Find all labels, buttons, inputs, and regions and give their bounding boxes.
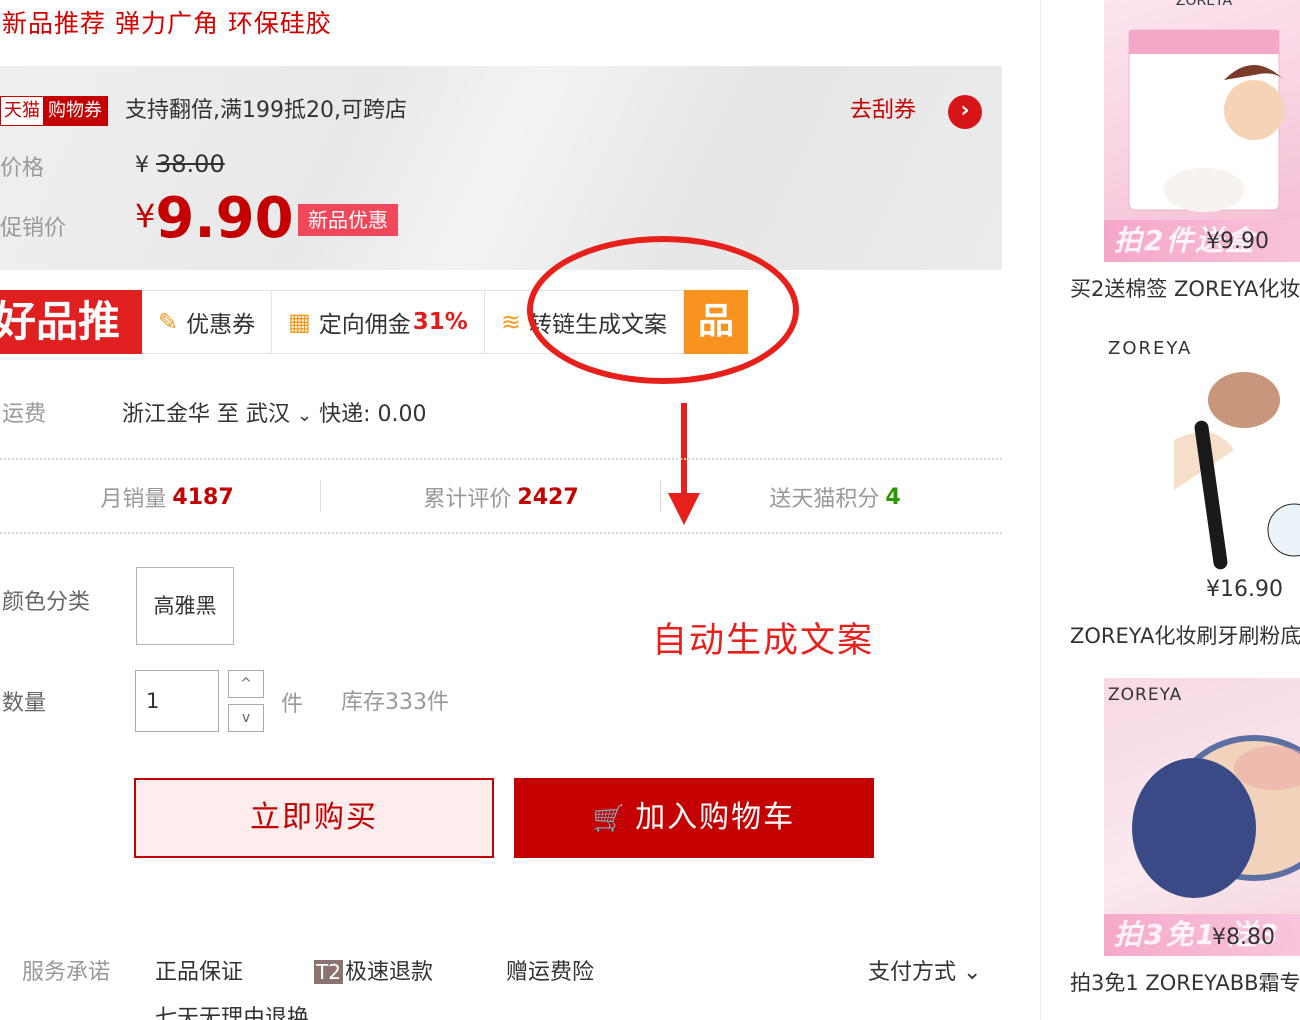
quantity-unit: 件 [281, 692, 304, 717]
currency-symbol: ¥ [135, 153, 149, 178]
cart-icon: 🛒 [592, 804, 628, 834]
divider-bottom [0, 532, 1002, 534]
coupon-tool-button[interactable]: ✎ 优惠券 [142, 290, 273, 354]
color-category-label: 颜色分类 [2, 590, 91, 615]
quantity-decrease-button[interactable]: v [228, 704, 264, 732]
service-seven-day-return[interactable]: 七天无理由退换 [155, 1000, 309, 1020]
shipping-label: 运费 [2, 402, 47, 427]
promo-panel: 天猫 购物券 支持翻倍,满199抵20,可跨店 去刮券 › 价格 ¥ 38.00… [0, 66, 1002, 270]
coupon-tool-label: 优惠券 [186, 312, 256, 338]
tmall-label: 天猫 [1, 97, 43, 125]
promo-price-value: 9.90 [155, 186, 294, 251]
commission-tool-button[interactable]: ▦ 定向佣金 31% [272, 290, 485, 354]
promo-price: ¥9.90 [135, 186, 294, 251]
monthly-sales: 月销量 4187 [0, 462, 334, 532]
sales-stats: 月销量 4187 累计评价 2427 送天猫积分 4 [0, 462, 1002, 532]
original-price: ¥ 38.00 [135, 150, 225, 178]
quantity-label: 数量 [2, 691, 47, 716]
monthly-sales-label: 月销量 [100, 487, 167, 512]
sidebar-brand: ZOREYA [1176, 0, 1233, 9]
coupon-description: 支持翻倍,满199抵20,可跨店 [125, 98, 407, 123]
tmall-points-value: 4 [885, 484, 901, 510]
chevron-down-icon[interactable]: ⌄ [297, 405, 312, 426]
buy-now-button[interactable]: 立即购买 [134, 778, 494, 858]
price-label: 价格 [0, 156, 45, 181]
add-to-cart-button[interactable]: 🛒 加入购物车 [514, 778, 874, 858]
service-genuine[interactable]: 正品保证 [155, 954, 243, 986]
stat-separator [660, 480, 661, 512]
promo-price-label: 促销价 [0, 216, 67, 241]
shipping-express: 快递: 0.00 [319, 402, 427, 427]
promo-currency-symbol: ¥ [135, 197, 156, 235]
sidebar-price: ¥9.90 [1206, 229, 1269, 254]
t2-badge: T2 [314, 960, 343, 984]
service-shipping-insurance[interactable]: 赠运费险 [506, 954, 594, 986]
stock-count: 库存333件 [341, 690, 449, 715]
commission-tool-label: 定向佣金 [318, 312, 411, 338]
fast-refund-label: 极速退款 [344, 960, 433, 985]
sidebar-product-name[interactable]: 拍3免1 ZOREYABB霜专用 [1070, 967, 1300, 997]
stat-separator [320, 480, 321, 512]
sidebar-brand: ZOREYA [1108, 338, 1192, 359]
total-reviews-label: 累计评价 [423, 487, 512, 512]
service-fast-refund[interactable]: T2 极速退款 [314, 954, 433, 986]
product-subtitle: 新品推荐 弹力广角 环保硅胶 [2, 9, 332, 38]
coupon-label: 购物券 [43, 97, 107, 125]
quantity-increase-button[interactable]: ^ [228, 670, 264, 698]
tmall-points: 送天猫积分 4 [668, 462, 1002, 532]
commission-rate: 31% [412, 309, 468, 335]
get-coupon-link[interactable]: 去刮券 [850, 96, 916, 126]
total-reviews[interactable]: 累计评价 2427 [334, 462, 668, 532]
sidebar-divider [1040, 0, 1041, 1020]
shipping-value[interactable]: 浙江金华 至 武汉 ⌄ 快递: 0.00 [122, 396, 426, 428]
payment-methods-dropdown[interactable]: 支付方式 ⌄ [868, 954, 981, 986]
sidebar-product-image[interactable]: ZOREYA [1104, 330, 1300, 574]
add-to-cart-label: 加入购物车 [635, 800, 796, 835]
shipping-route: 浙江金华 至 武汉 [122, 402, 290, 427]
payment-label: 支付方式 [868, 960, 957, 985]
sidebar-brand: ZOREYA [1108, 685, 1182, 705]
annotation-ellipse [527, 236, 799, 384]
layers-icon: ≋ [500, 308, 521, 336]
chevron-right-icon[interactable]: › [948, 95, 982, 129]
tmall-points-label: 送天猫积分 [769, 487, 880, 512]
quantity-input[interactable] [135, 670, 219, 732]
tag-icon: ✎ [158, 308, 179, 336]
annotation-text: 自动生成文案 [652, 621, 875, 661]
sidebar-product-name[interactable]: 买2送棉签 ZOREYA化妆棉 [1070, 273, 1300, 303]
sidebar-product-image[interactable]: ZOREYA 拍3免1 送3件 [1104, 678, 1300, 956]
sidebar-product-image[interactable]: ZOREYA 拍2件送盒 [1104, 0, 1300, 262]
chevron-down-icon: ⌄ [963, 960, 982, 985]
sidebar-price: ¥8.80 [1212, 925, 1275, 950]
tmall-coupon-tag: 天猫 购物券 [0, 96, 108, 126]
brush-product-image: ZOREYA [1108, 338, 1300, 570]
sidebar-price: ¥16.90 [1206, 577, 1283, 602]
new-product-badge: 新品优惠 [298, 204, 398, 236]
promo-band-text: 拍2件送盒 [1114, 224, 1256, 257]
monthly-sales-value: 4187 [172, 484, 234, 510]
store-icon: ▦ [288, 308, 311, 336]
original-price-value: 38.00 [156, 150, 225, 178]
total-reviews-value: 2427 [517, 484, 579, 510]
service-label: 服务承诺 [22, 960, 111, 985]
product-page: 新品推荐 弹力广角 环保硅胶 天猫 购物券 支持翻倍,满199抵20,可跨店 去… [0, 0, 1300, 1020]
color-option-black[interactable]: 高雅黑 [136, 567, 234, 645]
toolbar-brand-logo: 好品推 [0, 290, 142, 354]
sidebar-product-name[interactable]: ZOREYA化妆刷牙刷粉底刷 [1070, 620, 1300, 650]
divider-top [0, 458, 1002, 460]
